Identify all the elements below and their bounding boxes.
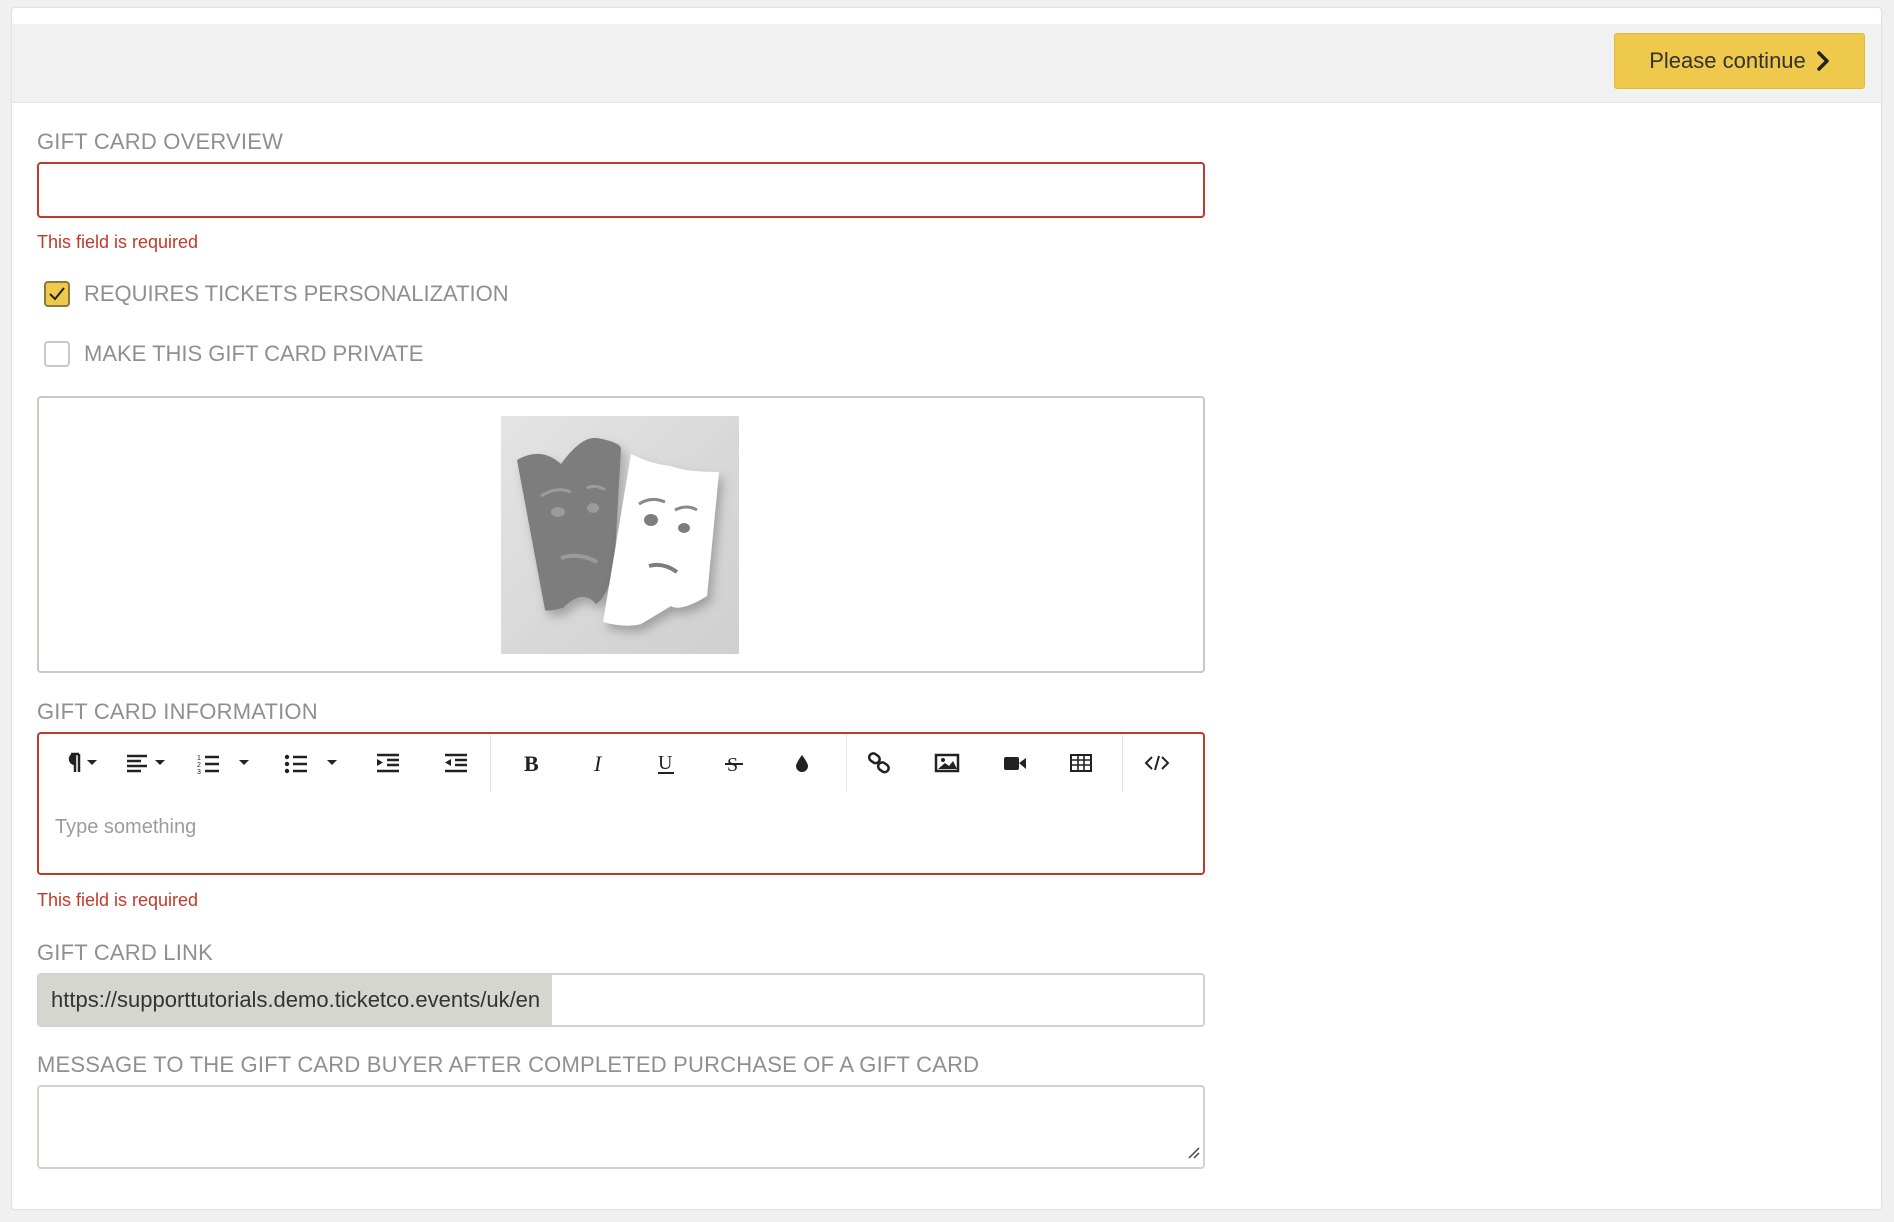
message-label: MESSAGE TO THE GIFT CARD BUYER AFTER COM…	[37, 1052, 980, 1077]
ordered-list-icon[interactable]: 123	[195, 746, 255, 780]
continue-button-label: Please continue	[1649, 48, 1806, 73]
video-icon[interactable]	[997, 746, 1033, 780]
personalization-checkbox[interactable]	[44, 281, 70, 307]
editor-toolbar: 123 B I U	[39, 734, 1203, 792]
information-label: GIFT CARD INFORMATION	[37, 699, 318, 724]
link-field: https://supporttutorials.demo.ticketco.e…	[37, 973, 1205, 1027]
indent-icon[interactable]	[373, 746, 403, 780]
svg-text:U: U	[658, 752, 673, 774]
link-prefix: https://supporttutorials.demo.ticketco.e…	[39, 975, 553, 1025]
overview-error: This field is required	[37, 232, 199, 252]
gift-card-form-panel: Please continue GIFT CARD OVERVIEW This …	[11, 7, 1882, 1210]
message-textarea[interactable]	[37, 1085, 1205, 1169]
overview-input[interactable]	[37, 162, 1205, 218]
information-editor: 123 B I U Type something	[37, 732, 1205, 875]
personalization-option[interactable]: REQUIRES TICKETS PERSONALIZATION	[44, 281, 509, 307]
underline-icon[interactable]: U	[651, 746, 681, 780]
gift-card-image-area[interactable]	[37, 396, 1205, 673]
information-error: This field is required	[37, 890, 199, 910]
code-view-icon[interactable]	[1137, 746, 1177, 780]
unordered-list-icon[interactable]	[283, 746, 343, 780]
svg-text:I: I	[593, 751, 603, 775]
toolbar-divider	[490, 734, 491, 792]
link-input[interactable]	[552, 975, 1203, 1025]
continue-button[interactable]: Please continue	[1614, 33, 1865, 89]
editor-placeholder[interactable]: Type something	[55, 816, 196, 839]
chevron-right-icon	[1816, 51, 1830, 71]
link-label: GIFT CARD LINK	[37, 940, 213, 965]
text-color-icon[interactable]	[787, 746, 817, 780]
private-label: MAKE THIS GIFT CARD PRIVATE	[84, 341, 424, 366]
private-checkbox[interactable]	[44, 341, 70, 367]
toolbar-divider	[1122, 734, 1123, 792]
svg-text:2: 2	[197, 762, 201, 769]
resize-handle-icon[interactable]	[1186, 1145, 1200, 1164]
check-icon	[49, 287, 65, 301]
svg-text:3: 3	[197, 769, 201, 774]
image-icon[interactable]	[929, 746, 965, 780]
top-action-bar: Please continue	[12, 24, 1881, 103]
link-icon[interactable]	[861, 746, 897, 780]
toolbar-divider	[846, 734, 847, 792]
paragraph-format-icon[interactable]	[59, 746, 103, 780]
svg-text:B: B	[524, 751, 539, 775]
outdent-icon[interactable]	[441, 746, 471, 780]
overview-label: GIFT CARD OVERVIEW	[37, 129, 284, 154]
svg-text:1: 1	[197, 755, 201, 762]
italic-icon[interactable]: I	[585, 746, 615, 780]
table-icon[interactable]	[1063, 746, 1099, 780]
personalization-label: REQUIRES TICKETS PERSONALIZATION	[84, 281, 509, 306]
private-option[interactable]: MAKE THIS GIFT CARD PRIVATE	[44, 341, 423, 367]
strikethrough-icon[interactable]: S	[719, 746, 749, 780]
align-icon[interactable]	[125, 746, 169, 780]
bold-icon[interactable]: B	[517, 746, 547, 780]
gift-card-logo-image	[501, 416, 739, 654]
